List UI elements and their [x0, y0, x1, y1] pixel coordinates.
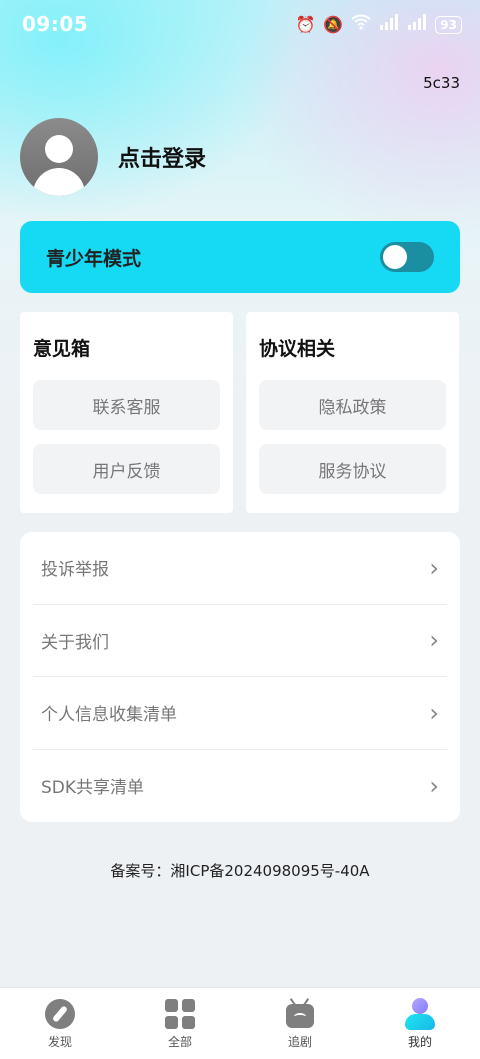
compass-icon	[44, 998, 76, 1030]
list-item-personal-info[interactable]: 个人信息收集清单 ›	[33, 677, 447, 750]
chevron-right-icon: ›	[429, 553, 439, 582]
login-link[interactable]: 点击登录	[118, 141, 206, 173]
tab-label: 发现	[47, 1035, 72, 1049]
chevron-right-icon: ›	[429, 771, 439, 800]
tab-label: 追剧	[287, 1035, 312, 1049]
tv-icon	[284, 998, 316, 1030]
teen-mode-toggle[interactable]	[380, 242, 434, 272]
user-icon	[404, 998, 436, 1030]
list-item-label: 投诉举报	[41, 560, 109, 581]
settings-list: 投诉举报 › 关于我们 › 个人信息收集清单 › SDK共享清单 ›	[20, 532, 460, 822]
user-feedback-button[interactable]: 用户反馈	[33, 444, 220, 494]
list-item-label: SDK共享清单	[41, 778, 145, 799]
tab-follow[interactable]: 追剧	[240, 988, 360, 1059]
tab-label: 我的	[407, 1035, 432, 1049]
agreements-card: 协议相关 隐私政策 服务协议	[246, 312, 459, 513]
bottom-tab-bar: 发现 全部 追剧 我的	[0, 987, 480, 1059]
teen-mode-label: 青少年模式	[46, 247, 142, 270]
signal-icon	[379, 14, 399, 35]
alarm-icon: ⏰	[295, 14, 316, 34]
profile-section[interactable]: 点击登录	[20, 118, 206, 196]
feedback-card-title: 意见箱	[33, 338, 91, 360]
list-item-label: 关于我们	[41, 632, 109, 653]
grid-icon	[164, 998, 196, 1030]
list-item-label: 个人信息收集清单	[41, 705, 177, 726]
signal-icon	[407, 14, 427, 35]
service-agreement-button[interactable]: 服务协议	[259, 444, 446, 494]
tab-mine[interactable]: 我的	[360, 988, 480, 1059]
battery-indicator: 93	[435, 15, 462, 34]
list-item-about[interactable]: 关于我们 ›	[33, 605, 447, 677]
avatar-body-shape	[33, 168, 85, 196]
avatar[interactable]	[20, 118, 98, 196]
icp-record: 备案号：湘ICP备2024098095号-40A	[110, 862, 370, 880]
avatar-head-shape	[45, 135, 73, 163]
toggle-knob	[383, 245, 407, 269]
chevron-right-icon: ›	[429, 698, 439, 727]
agreements-card-title: 协议相关	[259, 338, 336, 360]
status-icons: ⏰ 🔕 93	[295, 14, 462, 35]
chevron-right-icon: ›	[429, 626, 439, 655]
status-time: 09:05	[22, 12, 89, 36]
list-item-complaint[interactable]: 投诉举报 ›	[33, 532, 447, 605]
tab-all[interactable]: 全部	[120, 988, 240, 1059]
mute-icon: 🔕	[323, 14, 344, 34]
privacy-policy-button[interactable]: 隐私政策	[259, 380, 446, 430]
tab-discover[interactable]: 发现	[0, 988, 120, 1059]
teen-mode-banner[interactable]: 青少年模式	[20, 221, 460, 293]
contact-support-button[interactable]: 联系客服	[33, 380, 220, 430]
feedback-card: 意见箱 联系客服 用户反馈	[20, 312, 233, 513]
tab-label: 全部	[167, 1035, 192, 1049]
header-code: 5c33	[423, 74, 460, 92]
status-bar: 09:05 ⏰ 🔕 93	[0, 0, 480, 48]
list-item-sdk-share[interactable]: SDK共享清单 ›	[33, 750, 447, 823]
wifi-icon	[351, 14, 371, 35]
